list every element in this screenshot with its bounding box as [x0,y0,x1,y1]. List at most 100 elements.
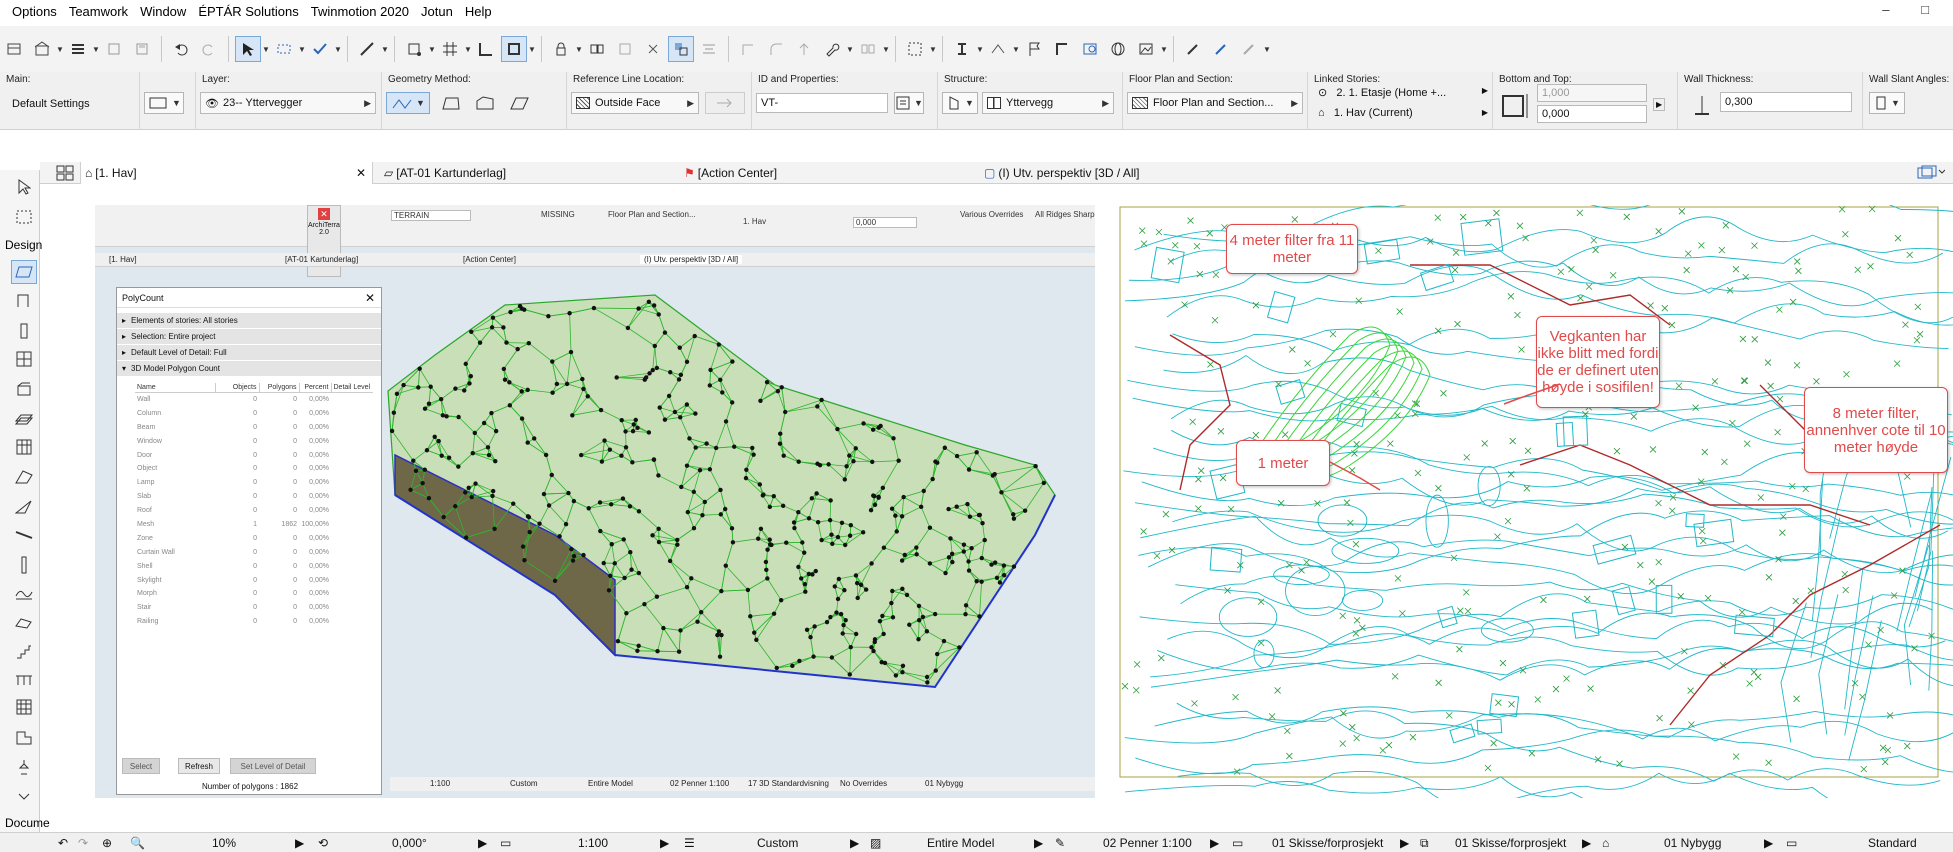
undo-icon[interactable] [168,36,194,62]
morph-tool-icon[interactable] [13,612,35,634]
teamwork-icon[interactable] [1,36,27,62]
layer-combo-value[interactable]: 01 Skisse/forprosjekt [1455,836,1566,850]
door-tool-icon[interactable] [13,290,35,312]
section-selection[interactable]: ▸ Selection: Entire project [117,329,381,345]
syringe-icon[interactable] [1208,36,1234,62]
mvo-value[interactable]: 01 Skisse/forprosjekt [1272,836,1383,850]
id-input[interactable]: VT- [756,93,888,113]
section-detail-level[interactable]: ▸ Default Level of Detail: Full [117,345,381,361]
table-row[interactable]: Shell 0 0 0,00% [135,559,373,573]
table-row[interactable]: Beam 0 0 0,00% [135,420,373,434]
col-detail-level[interactable]: Detail Level [331,383,373,393]
map-icon[interactable] [1077,36,1103,62]
structure-type-button[interactable]: ▼ [942,92,978,114]
ungroup-icon[interactable] [612,36,638,62]
straight-geometry-button[interactable]: ▼ [386,92,430,114]
close-icon[interactable]: ✕ [356,166,366,180]
gravity-icon[interactable] [501,36,527,62]
col-name[interactable]: Name [135,383,216,393]
zone-tool-icon[interactable] [13,726,35,748]
linked-top-story[interactable]: ⊙ 2. 1. Etasje (Home +... [1318,86,1446,99]
eyedropper-icon[interactable] [1180,36,1206,62]
polygonal-geometry-button[interactable] [468,92,502,114]
roof-tool-icon[interactable] [13,466,35,488]
menu-window[interactable]: Window [134,4,192,19]
chevron-right-icon[interactable]: ▶ [478,836,487,850]
floorplan-dropdown[interactable]: Floor Plan and Section... ▶ [1127,92,1303,114]
mesh-tool-icon[interactable] [13,582,35,604]
contour-map-view[interactable] [1110,205,1953,798]
zoom-icon[interactable]: 🔍 [130,836,145,850]
table-row[interactable]: Railing 0 0 0,00% [135,615,373,629]
trace-icon[interactable] [668,36,694,62]
table-row[interactable]: Skylight 0 0 0,00% [135,573,373,587]
table-row[interactable]: Mesh 1 1862 100,00% [135,518,373,532]
renovation-value[interactable]: 01 Nybygg [1664,836,1721,850]
redo-icon[interactable]: ↷ [78,836,88,850]
open-icon[interactable] [101,36,127,62]
top-value-input[interactable]: 1,000 [1537,84,1647,102]
table-row[interactable]: Lamp 0 0 0,00% [135,476,373,490]
tab-kartunderlag[interactable]: ▱ [AT-01 Kartunderlag] [380,162,675,184]
tab-hav[interactable]: ⌂ [1. Hav] ✕ [80,162,373,184]
linked-bottom-story[interactable]: ⌂ 1. Hav (Current) [1318,107,1413,119]
distribute-icon[interactable] [902,36,928,62]
tab-perspective[interactable]: ▢ (I) Utv. perspektiv [3D / All] [980,162,1280,184]
flag-icon[interactable] [1021,36,1047,62]
roof-icon[interactable] [985,36,1011,62]
navigator-icon[interactable] [56,165,74,184]
undo-icon[interactable]: ↶ [58,836,68,850]
railing-tool-icon[interactable] [13,668,35,690]
dimension-value[interactable]: Standard [1868,836,1917,850]
arrow-tool-icon[interactable] [13,176,35,198]
properties-button[interactable]: ▼ [894,92,924,114]
table-row[interactable]: Object 0 0 0,00% [135,462,373,476]
table-row[interactable]: Wall 0 0 0,00% [135,393,373,407]
menu-teamwork[interactable]: Teamwork [63,4,134,19]
ruler-icon[interactable] [473,36,499,62]
marquee-tool-icon[interactable] [13,206,35,228]
menu-twinmotion[interactable]: Twinmotion 2020 [305,4,415,19]
offset-icon[interactable] [735,36,761,62]
column-tool-icon[interactable] [13,320,35,342]
save-icon[interactable] [129,36,155,62]
beam-tool-icon[interactable] [13,524,35,546]
line-tool-icon[interactable] [354,36,380,62]
table-row[interactable]: Zone 0 0 0,00% [135,531,373,545]
table-row[interactable]: Curtain Wall 0 0 0,00% [135,545,373,559]
view-options-icon[interactable] [1917,165,1946,182]
menu-eptar[interactable]: ÉPTÁR Solutions [192,4,304,19]
curtain-wall-tool-icon[interactable] [13,436,35,458]
tab-action-center[interactable]: ⚑ [Action Center] [680,162,980,184]
menu-help[interactable]: Help [459,4,498,19]
wall-tool-icon[interactable] [11,260,37,284]
table-row[interactable]: Window 0 0 0,00% [135,434,373,448]
marquee-icon[interactable] [271,36,297,62]
section-stories[interactable]: ▸ Elements of stories: All stories [117,313,381,329]
globe-icon[interactable] [1105,36,1131,62]
parameter-icon[interactable] [1049,36,1075,62]
picture-icon[interactable] [1133,36,1159,62]
chevron-right-icon[interactable]: ▶ [1582,836,1591,850]
slant-button[interactable]: ▼ [1869,92,1905,114]
flip-refline-button[interactable] [705,92,745,114]
model-value[interactable]: Entire Model [927,836,994,850]
chevron-right-icon[interactable]: ▶ [1400,836,1409,850]
more-tools-icon[interactable] [13,785,35,807]
slanted-geometry-button[interactable] [502,92,536,114]
chevron-right-icon[interactable]: ▶ [1034,836,1043,850]
lock-icon[interactable] [548,36,574,62]
fillet-icon[interactable] [763,36,789,62]
pole-tool-icon[interactable] [13,554,35,576]
table-row[interactable]: Column 0 0 0,00% [135,406,373,420]
window-controls[interactable]: – □ [1882,2,1943,17]
wrench-icon[interactable] [819,36,845,62]
select-button[interactable]: Select [122,758,160,774]
table-row[interactable]: Morph 0 0 0,00% [135,587,373,601]
group-icon[interactable] [584,36,610,62]
chevron-right-icon[interactable]: ▶ [295,836,304,850]
main-settings-value[interactable]: Default Settings [12,98,90,110]
elevate-icon[interactable] [791,36,817,62]
layers-icon[interactable] [65,36,91,62]
split-icon[interactable] [855,36,881,62]
